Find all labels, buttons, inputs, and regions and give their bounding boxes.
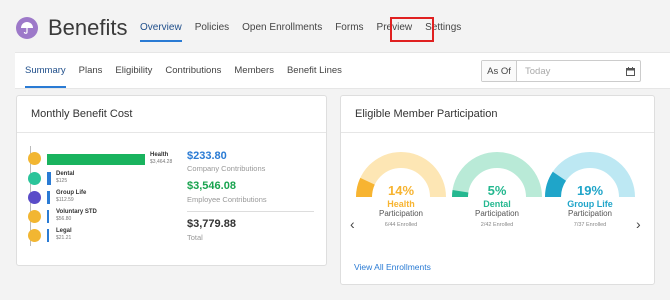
divider — [341, 132, 654, 133]
gauge-enrolled: 6/44 Enrolled — [384, 222, 418, 228]
cost-amount: $21.21 — [56, 235, 72, 241]
cost-bar — [47, 210, 49, 223]
total-value: $3,779.88 — [187, 218, 236, 230]
dental-icon — [28, 172, 41, 185]
tab-forms[interactable]: Forms — [335, 22, 363, 33]
cost-amount: $56.80 — [56, 216, 72, 222]
gauge-percent: 14% — [387, 183, 415, 198]
tab-eligibility[interactable]: Eligibility — [115, 65, 152, 76]
gauge-enrolled: 2/42 Enrolled — [480, 222, 514, 228]
chevron-left-icon[interactable]: ‹ — [350, 216, 355, 232]
chevron-right-icon[interactable]: › — [636, 216, 641, 232]
divider — [17, 132, 326, 133]
page-title: Benefits — [48, 15, 128, 40]
total-label: Total — [187, 233, 203, 242]
tab-overview[interactable]: Overview — [140, 22, 182, 42]
company-contributions-label: Company Contributions — [187, 164, 266, 173]
cost-label: Legal — [56, 228, 72, 234]
gauge-label: Participation — [474, 209, 520, 218]
cost-bar — [47, 154, 145, 165]
gauge-label: Participation — [567, 209, 613, 218]
gauge-text: 5% Dental Participation 2/42 Enrolled — [452, 183, 542, 228]
tab-members[interactable]: Members — [234, 65, 274, 76]
top-bar: Benefits Overview Policies Open Enrollme… — [0, 0, 670, 52]
gauge-percent: 19% — [576, 183, 604, 198]
cost-bar — [47, 172, 51, 185]
gauge-label: Participation — [378, 209, 424, 218]
tab-plans[interactable]: Plans — [79, 65, 103, 76]
health-icon — [28, 152, 41, 165]
sub-nav-bar: Summary Plans Eligibility Contributions … — [15, 52, 670, 89]
cost-amount: $112.59 — [56, 197, 74, 203]
summary-divider — [187, 211, 314, 212]
gauge-percent: 5% — [487, 183, 507, 198]
tab-benefit-lines[interactable]: Benefit Lines — [287, 65, 342, 76]
tab-open-enrollments[interactable]: Open Enrollments — [242, 22, 322, 33]
as-of-date-input[interactable]: Today — [517, 61, 620, 81]
tab-contributions[interactable]: Contributions — [165, 65, 221, 76]
cost-amount: $3,464.28 — [150, 159, 173, 165]
voluntary-std-icon — [28, 210, 41, 223]
company-contributions-value: $233.80 — [187, 150, 227, 162]
settings-highlight — [390, 17, 434, 42]
employee-contributions-value: $3,546.08 — [187, 180, 236, 192]
cost-label: Dental — [56, 171, 75, 177]
cost-label: Voluntary STD — [56, 209, 97, 215]
gauge-text: 14% Health Participation 6/44 Enrolled — [356, 183, 446, 228]
group-life-icon — [28, 191, 41, 204]
tab-summary[interactable]: Summary — [25, 65, 66, 88]
gauge-enrolled: 7/37 Enrolled — [573, 222, 607, 228]
cost-label: Group Life — [56, 190, 87, 196]
calendar-icon[interactable] — [620, 61, 640, 81]
view-all-enrollments-link[interactable]: View All Enrollments — [354, 262, 431, 272]
cost-bar — [47, 229, 49, 242]
as-of-date-picker[interactable]: As Of Today — [481, 60, 641, 82]
gauge-text: 19% Group Life Participation 7/37 Enrolled — [545, 183, 635, 228]
employee-contributions-label: Employee Contributions — [187, 195, 267, 204]
gauge-name: Health — [387, 199, 415, 209]
card-title: Eligible Member Participation — [355, 108, 498, 120]
legal-icon — [28, 229, 41, 242]
cost-label: Health — [150, 152, 169, 158]
cost-bar — [47, 191, 51, 204]
gauge-name: Group Life — [567, 199, 613, 209]
umbrella-icon — [16, 17, 38, 39]
tab-policies[interactable]: Policies — [195, 22, 229, 33]
as-of-label: As Of — [482, 61, 517, 81]
card-title: Monthly Benefit Cost — [31, 108, 133, 120]
cost-amount: $125 — [56, 178, 68, 184]
gauge-name: Dental — [483, 199, 511, 209]
sub-nav: Summary Plans Eligibility Contributions … — [25, 65, 355, 88]
